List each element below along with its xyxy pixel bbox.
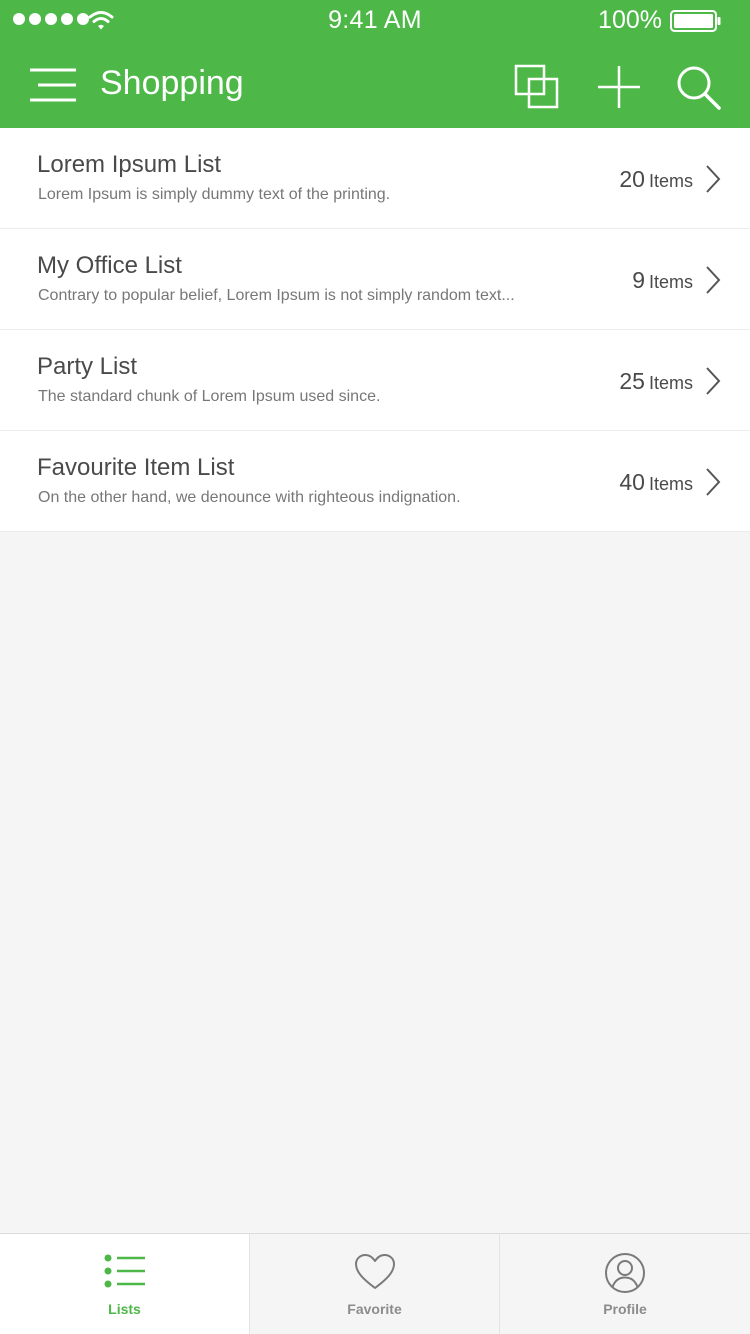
tab-label: Favorite — [347, 1301, 402, 1317]
list-item[interactable]: Party List The standard chunk of Lorem I… — [0, 330, 750, 431]
chevron-right-icon — [706, 165, 721, 193]
item-count: 9 Items — [632, 267, 693, 294]
chevron-right-icon — [706, 468, 721, 496]
list-item[interactable]: My Office List Contrary to popular belie… — [0, 229, 750, 330]
item-count-number: 25 — [619, 368, 645, 394]
list-icon — [104, 1254, 145, 1288]
tab-favorite[interactable]: Favorite — [250, 1234, 500, 1334]
copy-icon[interactable] — [514, 64, 560, 110]
search-icon[interactable] — [675, 64, 721, 110]
app-header: 9:41 AM 100% Shopping — [0, 0, 750, 128]
list-item[interactable]: Lorem Ipsum List Lorem Ipsum is simply d… — [0, 128, 750, 229]
tab-profile[interactable]: Profile — [500, 1234, 750, 1334]
heart-icon — [354, 1254, 395, 1289]
tab-bar: Lists Favorite Profile — [0, 1233, 750, 1334]
tab-lists[interactable]: Lists — [0, 1234, 250, 1334]
item-count-number: 40 — [619, 469, 645, 495]
list-title: Favourite Item List — [37, 454, 235, 481]
plus-icon[interactable] — [596, 64, 642, 110]
list-description: Contrary to popular belief, Lorem Ipsum … — [38, 287, 515, 304]
menu-icon[interactable] — [30, 68, 76, 104]
item-count-number: 9 — [632, 267, 645, 293]
status-bar: 9:41 AM 100% — [0, 0, 750, 40]
tab-label: Profile — [603, 1301, 647, 1317]
user-circle-icon — [605, 1253, 645, 1293]
item-count-number: 20 — [619, 166, 645, 192]
battery-percentage: 100% — [598, 6, 662, 34]
item-count-unit: Items — [648, 272, 693, 292]
item-count-unit: Items — [648, 171, 693, 191]
list-description: The standard chunk of Lorem Ipsum used s… — [38, 388, 381, 405]
list-description: On the other hand, we denounce with righ… — [38, 489, 461, 506]
tab-label: Lists — [108, 1301, 141, 1317]
item-count: 40 Items — [619, 469, 693, 496]
battery-icon — [670, 10, 721, 32]
item-count-unit: Items — [648, 373, 693, 393]
item-count: 20 Items — [619, 166, 693, 193]
list-title: Lorem Ipsum List — [37, 151, 222, 178]
nav-bar: Shopping — [0, 40, 750, 128]
item-count-unit: Items — [648, 474, 693, 494]
chevron-right-icon — [706, 266, 721, 294]
page-title: Shopping — [100, 64, 244, 102]
list-title: Party List — [37, 353, 138, 380]
item-count: 25 Items — [619, 368, 693, 395]
list-item[interactable]: Favourite Item List On the other hand, w… — [0, 431, 750, 532]
list-title: My Office List — [37, 252, 182, 279]
shopping-lists: Lorem Ipsum List Lorem Ipsum is simply d… — [0, 128, 750, 532]
list-description: Lorem Ipsum is simply dummy text of the … — [38, 186, 391, 203]
chevron-right-icon — [706, 367, 721, 395]
